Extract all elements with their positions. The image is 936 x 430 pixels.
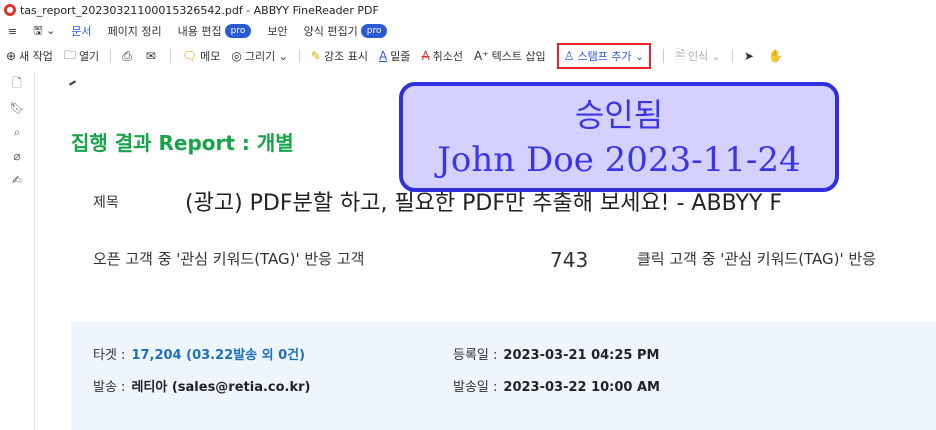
underline-button[interactable]: A 밑줄 [379,48,410,64]
left-sidebar: 🗋 🔖︎ ⌕ ⌀ ✍︎ [0,72,35,430]
email-button[interactable]: ✉ [146,49,159,63]
sent-value: 2023-03-22 10:00 AM [503,380,660,395]
signature-icon[interactable]: ✍︎ [0,168,34,192]
toolbar: ⊕ 새 작업 🗀 열기 ⎙ ✉ 🗨 메모 ◎ 그리기 ⌄ ✎ 강조 표시 A 밑줄 A 취소선… [0,42,936,70]
recognize-label: 인식 [687,50,709,63]
menu-security[interactable]: 보안 [267,23,287,39]
sent-label: 발송일 : [453,380,498,395]
open-label: 열기 [78,50,100,63]
menu-document-label: 문서 [71,25,92,38]
registered-label: 등록일 : [453,348,498,363]
toolbar-divider [731,49,733,63]
title-bar: ● tas_report_20230321100015326542.pdf - … [0,0,936,20]
text-insert-icon: A⁺ [474,49,489,63]
strikethrough-button[interactable]: A 취소선 [421,48,463,64]
window-title: tas_report_20230321100015326542.pdf - AB… [20,3,379,17]
folder-icon: 🗀 [63,47,76,62]
strikethrough-label: 취소선 [432,50,464,63]
print-button[interactable]: ⎙ [122,49,135,64]
save-icon[interactable]: 🖫 ⌄ [33,22,55,41]
insert-text-button[interactable]: A⁺ 텍스트 삽입 [474,48,546,64]
pro-badge: pro [360,24,388,38]
search-icon[interactable]: ⌕ [0,120,34,144]
new-task-label: 새 작업 [19,50,53,63]
shape-icon: ◎ [231,49,242,63]
menu-form-editor[interactable]: 양식 편집기 pro [304,23,388,39]
report-title: 집행 결과 Report : 개별 [71,131,294,155]
stamp-status-text: 승인됨 [574,96,664,134]
registered-row: 등록일 : 2023-03-21 04:25 PM [453,344,659,363]
highlighter-icon: ✎ [310,49,321,63]
menu-page-organize-label: 페이지 정리 [107,25,162,38]
open-tag-response-value: 743 [550,248,589,272]
new-task-button[interactable]: ⊕ 새 작업 [6,48,53,64]
click-tag-response-label: 클릭 고객 중 '관심 키워드(TAG)' 반응 [637,250,877,268]
stamp-signer-date-text: John Doe 2023-11-24 [437,140,801,180]
page-corner-mark [68,80,77,86]
toolbar-divider [110,49,112,63]
target-label: 타겟 : [93,348,126,363]
printer-icon: ⎙ [122,48,132,63]
add-stamp-button[interactable]: ♙ 스탬프 추가 ⌄ [556,43,652,69]
toolbar-divider [169,49,171,63]
highlight-label: 강조 표시 [323,50,368,63]
plus-circle-icon: ⊕ [6,49,17,63]
menu-form-editor-label: 양식 편집기 [303,25,358,38]
attachment-icon[interactable]: ⌀ [0,144,34,168]
draw-button[interactable]: ◎ 그리기 ⌄ [231,48,288,64]
menu-document[interactable]: 문서 [71,23,91,39]
draw-label: 그리기 [244,50,276,63]
subject-label: 제목 [93,195,119,211]
menu-security-label: 보안 [267,25,288,38]
underline-icon: A [378,49,388,63]
sender-label: 발송 : [93,380,126,395]
toolbar-divider [663,49,665,63]
select-tool-button[interactable]: ➤ [744,49,757,63]
hamburger-menu-icon[interactable]: ≡ [8,25,17,38]
hand-icon: ✋ [767,49,783,63]
recognize-button[interactable]: 🗎 인식 ⌄ [675,46,721,67]
sent-row: 발송일 : 2023-03-22 10:00 AM [453,376,660,395]
menu-edit-content[interactable]: 내용 편집 pro [178,23,252,39]
pages-icon[interactable]: 🗋 [0,72,34,96]
hand-tool-button[interactable]: ✋ [768,49,786,63]
menu-bar: ≡ 🖫 ⌄ 문서 페이지 정리 내용 편집 pro 보안 양식 편집기 pro [0,20,936,42]
approval-stamp[interactable]: 승인됨 John Doe 2023-11-24 [399,82,839,192]
add-stamp-label: 스탬프 추가 [577,50,632,63]
target-row: 타겟 : 17,204 (03.22발송 외 0건) [93,344,305,363]
underline-label: 밑줄 [390,50,411,63]
memo-label: 메모 [200,50,221,63]
envelope-icon: ✉ [145,49,156,63]
open-button[interactable]: 🗀 열기 [64,46,99,67]
menu-page-organize[interactable]: 페이지 정리 [108,23,162,39]
open-tag-response-label: 오픈 고객 중 '관심 키워드(TAG)' 반응 고객 [93,250,365,268]
info-box: 타겟 : 17,204 (03.22발송 외 0건) 등록일 : 2023-03-2… [71,322,936,430]
stamp-icon: ♙ [563,49,575,63]
cursor-icon: ➤ [743,49,754,63]
insert-text-label: 텍스트 삽입 [491,50,546,63]
pro-badge: pro [224,24,252,38]
memo-button[interactable]: 🗨 메모 [182,48,220,64]
target-value: 17,204 (03.22발송 외 0건) [131,348,306,363]
highlight-button[interactable]: ✎ 강조 표시 [311,48,368,64]
sender-row: 발송 : 레티아 (sales@retia.co.kr) [93,376,311,395]
note-icon: 🗨 [181,49,198,63]
strikethrough-icon: A [421,49,430,63]
menu-edit-content-label: 내용 편집 [177,25,222,38]
bookmark-icon[interactable]: 🔖︎ [0,96,34,120]
toolbar-divider [298,49,300,63]
ocr-icon: 🗎 [675,47,685,62]
app-logo-icon: ● [4,4,16,16]
sender-value: 레티아 (sales@retia.co.kr) [131,380,311,395]
registered-value: 2023-03-21 04:25 PM [503,348,660,363]
